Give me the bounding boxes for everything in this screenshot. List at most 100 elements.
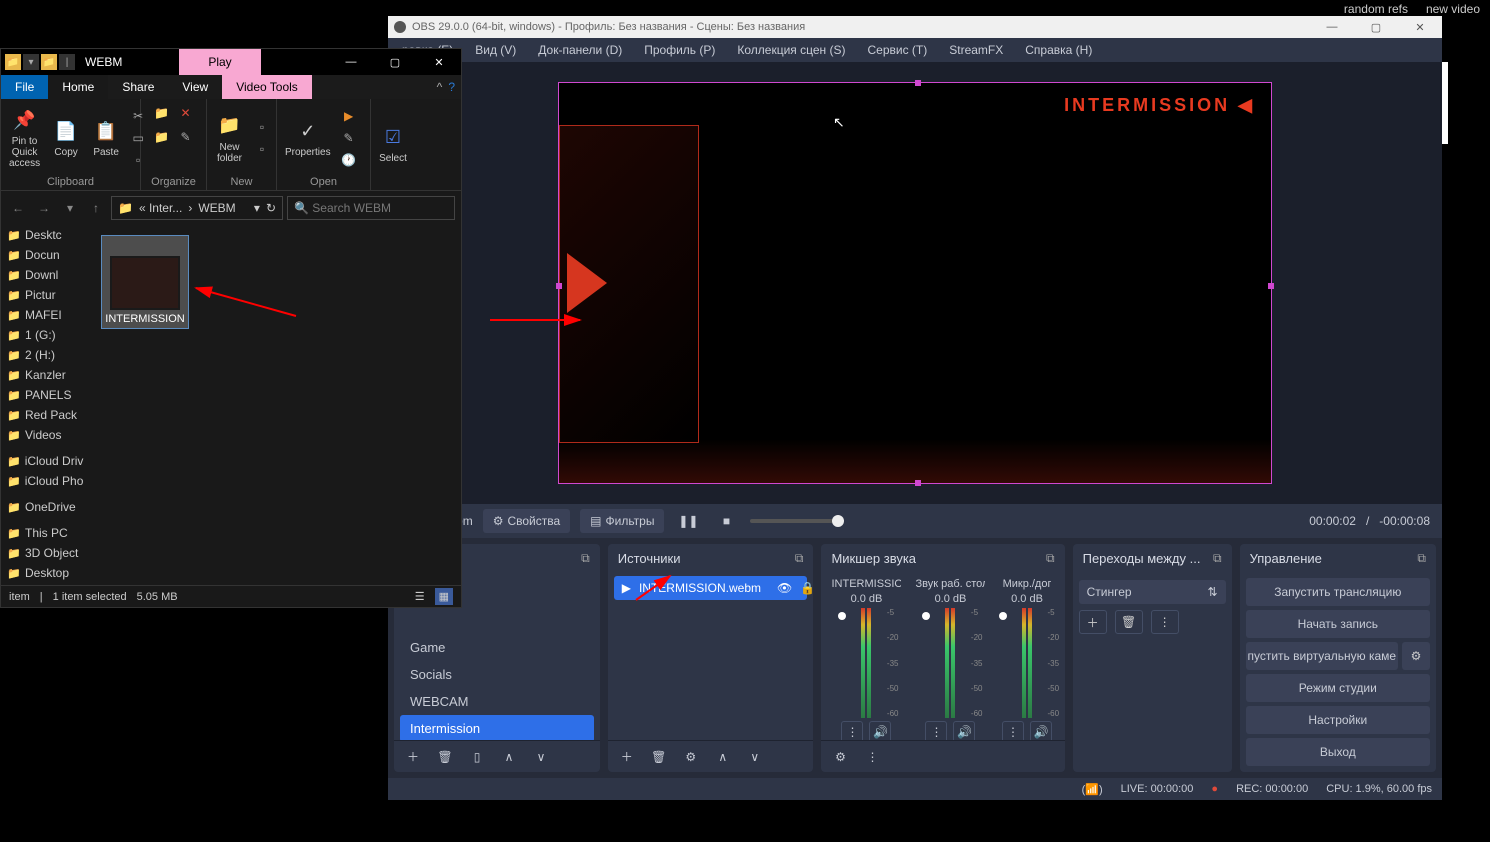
copy-button[interactable]: 📄Copy — [48, 115, 84, 160]
maximize-button[interactable]: ▢ — [1354, 16, 1398, 38]
popout-icon[interactable]: ⧉ — [795, 551, 804, 566]
open-icon[interactable]: ▶ — [339, 106, 359, 126]
obs-preview-area[interactable]: INTERMISSION ◀ — [388, 62, 1442, 504]
tab-video-tools[interactable]: Video Tools — [222, 75, 312, 99]
menu-profile[interactable]: Профиль (P) — [636, 41, 723, 59]
channel-mute-button[interactable]: 🔊 — [1030, 721, 1052, 740]
minimize-button[interactable]: — — [329, 49, 373, 75]
menu-help[interactable]: Справка (H) — [1017, 41, 1100, 59]
scene-filter-button[interactable]: ▯ — [464, 745, 490, 769]
view-large-icon[interactable]: ▦ — [435, 588, 453, 605]
properties-button[interactable]: ⚙Свойства — [483, 509, 570, 533]
sidebar-item[interactable]: 📁Kanzler — [1, 365, 89, 385]
transition-select[interactable]: Стингер⇅ — [1079, 580, 1226, 604]
address-bar[interactable]: 📁 « Inter...› WEBM ▾↻ — [111, 196, 283, 220]
scene-item-game[interactable]: Game — [400, 634, 594, 661]
link-random-refs[interactable]: random refs — [1344, 2, 1408, 16]
scene-down-button[interactable]: ∨ — [528, 745, 554, 769]
add-transition-button[interactable]: ＋ — [1079, 610, 1107, 634]
settings-button[interactable]: Настройки — [1246, 706, 1430, 734]
properties-button[interactable]: ✓Properties — [281, 115, 335, 160]
close-button[interactable]: ✕ — [417, 49, 461, 75]
tab-share[interactable]: Share — [108, 75, 168, 99]
menu-service[interactable]: Сервис (T) — [860, 41, 936, 59]
obs-titlebar[interactable]: OBS 29.0.0 (64-bit, windows) - Профиль: … — [388, 16, 1442, 38]
sidebar-item[interactable]: 📁PANELS — [1, 385, 89, 405]
popout-icon[interactable]: ⧉ — [581, 551, 590, 566]
minimize-button[interactable]: — — [1310, 16, 1354, 38]
scene-item-webcam[interactable]: WEBCAM — [400, 688, 594, 715]
sidebar-item[interactable]: 📁OneDrive — [1, 497, 89, 517]
sidebar-item[interactable]: 📁1 (G:) — [1, 325, 89, 345]
source-props-button[interactable]: ⚙ — [678, 745, 704, 769]
tab-view[interactable]: View — [168, 75, 222, 99]
sidebar-item[interactable]: 📁iCloud Driv — [1, 451, 89, 471]
visibility-icon[interactable]: 👁 — [777, 581, 792, 595]
sidebar-item[interactable]: 📁Pictur — [1, 285, 89, 305]
start-vcam-button[interactable]: пустить виртуальную каме — [1246, 642, 1398, 670]
transition-menu-button[interactable]: ⋮ — [1151, 610, 1179, 634]
sidebar-item[interactable]: 📁Desktc — [1, 225, 89, 245]
source-down-button[interactable]: ∨ — [742, 745, 768, 769]
vcam-settings-button[interactable]: ⚙ — [1402, 642, 1430, 670]
chevron-down-icon[interactable]: ▾ — [254, 201, 260, 215]
link-new-video[interactable]: new video — [1426, 2, 1480, 16]
new-folder-button[interactable]: 📁New folder — [211, 110, 248, 166]
video-tools-play-tab[interactable]: Play — [179, 49, 261, 75]
source-up-button[interactable]: ∧ — [710, 745, 736, 769]
sidebar-item[interactable]: 📁MAFEI — [1, 305, 89, 325]
copyto-icon[interactable]: 📁 — [152, 127, 172, 147]
mixer-meter[interactable]: -5-20-35-50-60 — [932, 608, 968, 718]
popout-icon[interactable]: ⧉ — [1213, 551, 1222, 566]
pause-button[interactable]: ❚❚ — [674, 509, 702, 533]
edit-icon[interactable]: ✎ — [339, 128, 359, 148]
tab-file[interactable]: File — [1, 75, 48, 99]
menu-dock[interactable]: Док-панели (D) — [530, 41, 630, 59]
paste-button[interactable]: 📋Paste — [88, 115, 124, 160]
scene-up-button[interactable]: ∧ — [496, 745, 522, 769]
volume-slider[interactable] — [750, 519, 844, 523]
menu-scenes[interactable]: Коллекция сцен (S) — [729, 41, 853, 59]
scene-item-intermission[interactable]: Intermission — [400, 715, 594, 740]
exit-button[interactable]: Выход — [1246, 738, 1430, 766]
view-details-icon[interactable]: ☰ — [415, 590, 425, 603]
new-item-icon[interactable]: ▫ — [252, 117, 272, 137]
file-intermission[interactable]: INTERMISSION — [101, 235, 189, 329]
lock-icon[interactable]: 🔒 — [800, 581, 813, 595]
sidebar-item[interactable]: 📁Red Pack — [1, 405, 89, 425]
delete-scene-button[interactable]: 🗑 — [432, 745, 458, 769]
select-button[interactable]: ☑Select — [375, 121, 411, 166]
easy-access-icon[interactable]: ▫ — [252, 139, 272, 159]
scene-item-socials[interactable]: Socials — [400, 661, 594, 688]
nav-recent-button[interactable]: ▾ — [59, 197, 81, 219]
nav-up-button[interactable]: ↑ — [85, 197, 107, 219]
sidebar-item[interactable]: 📁iCloud Pho — [1, 471, 89, 491]
filters-button[interactable]: ▤Фильтры — [580, 509, 664, 533]
menu-view[interactable]: Вид (V) — [467, 41, 524, 59]
nav-forward-button[interactable]: → — [33, 197, 55, 219]
delete-transition-button[interactable]: 🗑 — [1115, 610, 1143, 634]
popout-icon[interactable]: ⧉ — [1046, 551, 1055, 566]
sidebar-item[interactable]: 📁This PC — [1, 523, 89, 543]
channel-menu-button[interactable]: ⋮ — [925, 721, 947, 740]
preview-canvas[interactable]: INTERMISSION ◀ — [558, 82, 1272, 484]
history-icon[interactable]: 🕐 — [339, 150, 359, 170]
maximize-button[interactable]: ▢ — [373, 49, 417, 75]
sidebar-item[interactable]: 📁Downl — [1, 265, 89, 285]
delete-icon[interactable]: ✕ — [176, 103, 196, 123]
stop-button[interactable]: ■ — [712, 509, 740, 533]
mixer-menu-button[interactable]: ⋮ — [859, 745, 885, 769]
tab-home[interactable]: Home — [48, 75, 108, 99]
sidebar-item[interactable]: 📁Videos — [1, 425, 89, 445]
add-source-button[interactable]: ＋ — [614, 745, 640, 769]
ribbon-collapse-icon[interactable]: ^ — [437, 80, 443, 94]
popout-icon[interactable]: ⧉ — [1417, 551, 1426, 566]
nav-back-button[interactable]: ← — [7, 197, 29, 219]
sidebar-item[interactable]: 📁Desktop — [1, 563, 89, 583]
mixer-settings-button[interactable]: ⚙ — [827, 745, 853, 769]
help-icon[interactable]: ? — [448, 80, 455, 94]
pin-quickaccess-button[interactable]: 📌Pin to Quick access — [5, 104, 44, 171]
rename-icon[interactable]: ✎ — [176, 127, 196, 147]
mixer-meter[interactable]: -5-20-35-50-60 — [848, 608, 884, 718]
channel-mute-button[interactable]: 🔊 — [869, 721, 891, 740]
